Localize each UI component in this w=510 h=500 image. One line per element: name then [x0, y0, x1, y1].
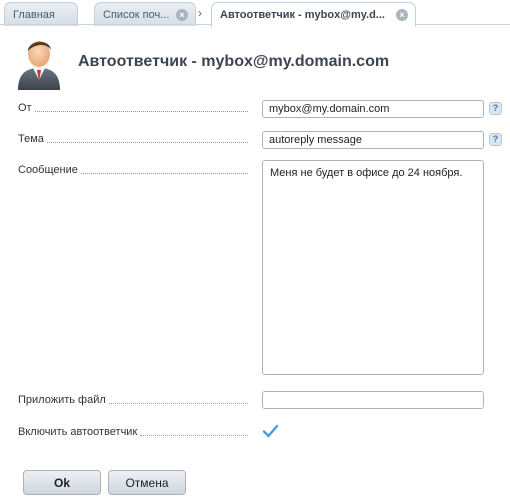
subject-label-row: Тема [18, 133, 248, 146]
tab-autoresponder-label: Автоответчик - mybox@my.d... [220, 9, 385, 21]
subject-field[interactable] [262, 131, 484, 149]
from-label-row: От [18, 102, 248, 115]
tab-autoresponder[interactable]: Автоответчик - mybox@my.d... × [211, 2, 416, 27]
message-label: Сообщение [18, 164, 78, 176]
dotted-leader [34, 102, 248, 112]
ok-button[interactable]: Ok [23, 470, 101, 495]
dotted-leader [46, 133, 248, 143]
tab-mailbox-list[interactable]: Список поч... × [94, 2, 196, 26]
close-icon[interactable]: × [396, 9, 408, 21]
from-label: От [18, 102, 32, 114]
attach-label-row: Приложить файл [18, 394, 248, 407]
enable-autoresponder-checkbox[interactable] [262, 423, 279, 439]
chevron-right-icon[interactable]: › [198, 6, 202, 20]
enable-label: Включить автоответчик [18, 426, 138, 438]
attach-file-field[interactable] [262, 391, 484, 409]
tab-bar: Главная Список поч... × › Автоответчик -… [0, 0, 510, 27]
attach-label: Приложить файл [18, 394, 106, 406]
dotted-leader [140, 426, 248, 436]
message-label-row: Сообщение [18, 164, 248, 177]
close-icon[interactable]: × [176, 9, 188, 21]
subject-label: Тема [18, 133, 44, 145]
help-icon[interactable]: ? [489, 102, 502, 115]
tab-home[interactable]: Главная [4, 2, 78, 26]
dotted-leader [108, 394, 248, 404]
dotted-leader [80, 164, 248, 174]
user-avatar-icon [18, 41, 60, 90]
cancel-button[interactable]: Отмена [108, 470, 186, 495]
message-textarea[interactable]: Меня не будет в офисе до 24 ноября. [262, 160, 484, 375]
tab-mailbox-list-label: Список поч... [103, 9, 170, 21]
tab-home-label: Главная [13, 9, 55, 21]
enable-label-row: Включить автоответчик [18, 426, 248, 439]
page-title: Автоответчик - mybox@my.domain.com [78, 53, 390, 70]
help-icon[interactable]: ? [489, 133, 502, 146]
from-field[interactable] [262, 100, 484, 118]
